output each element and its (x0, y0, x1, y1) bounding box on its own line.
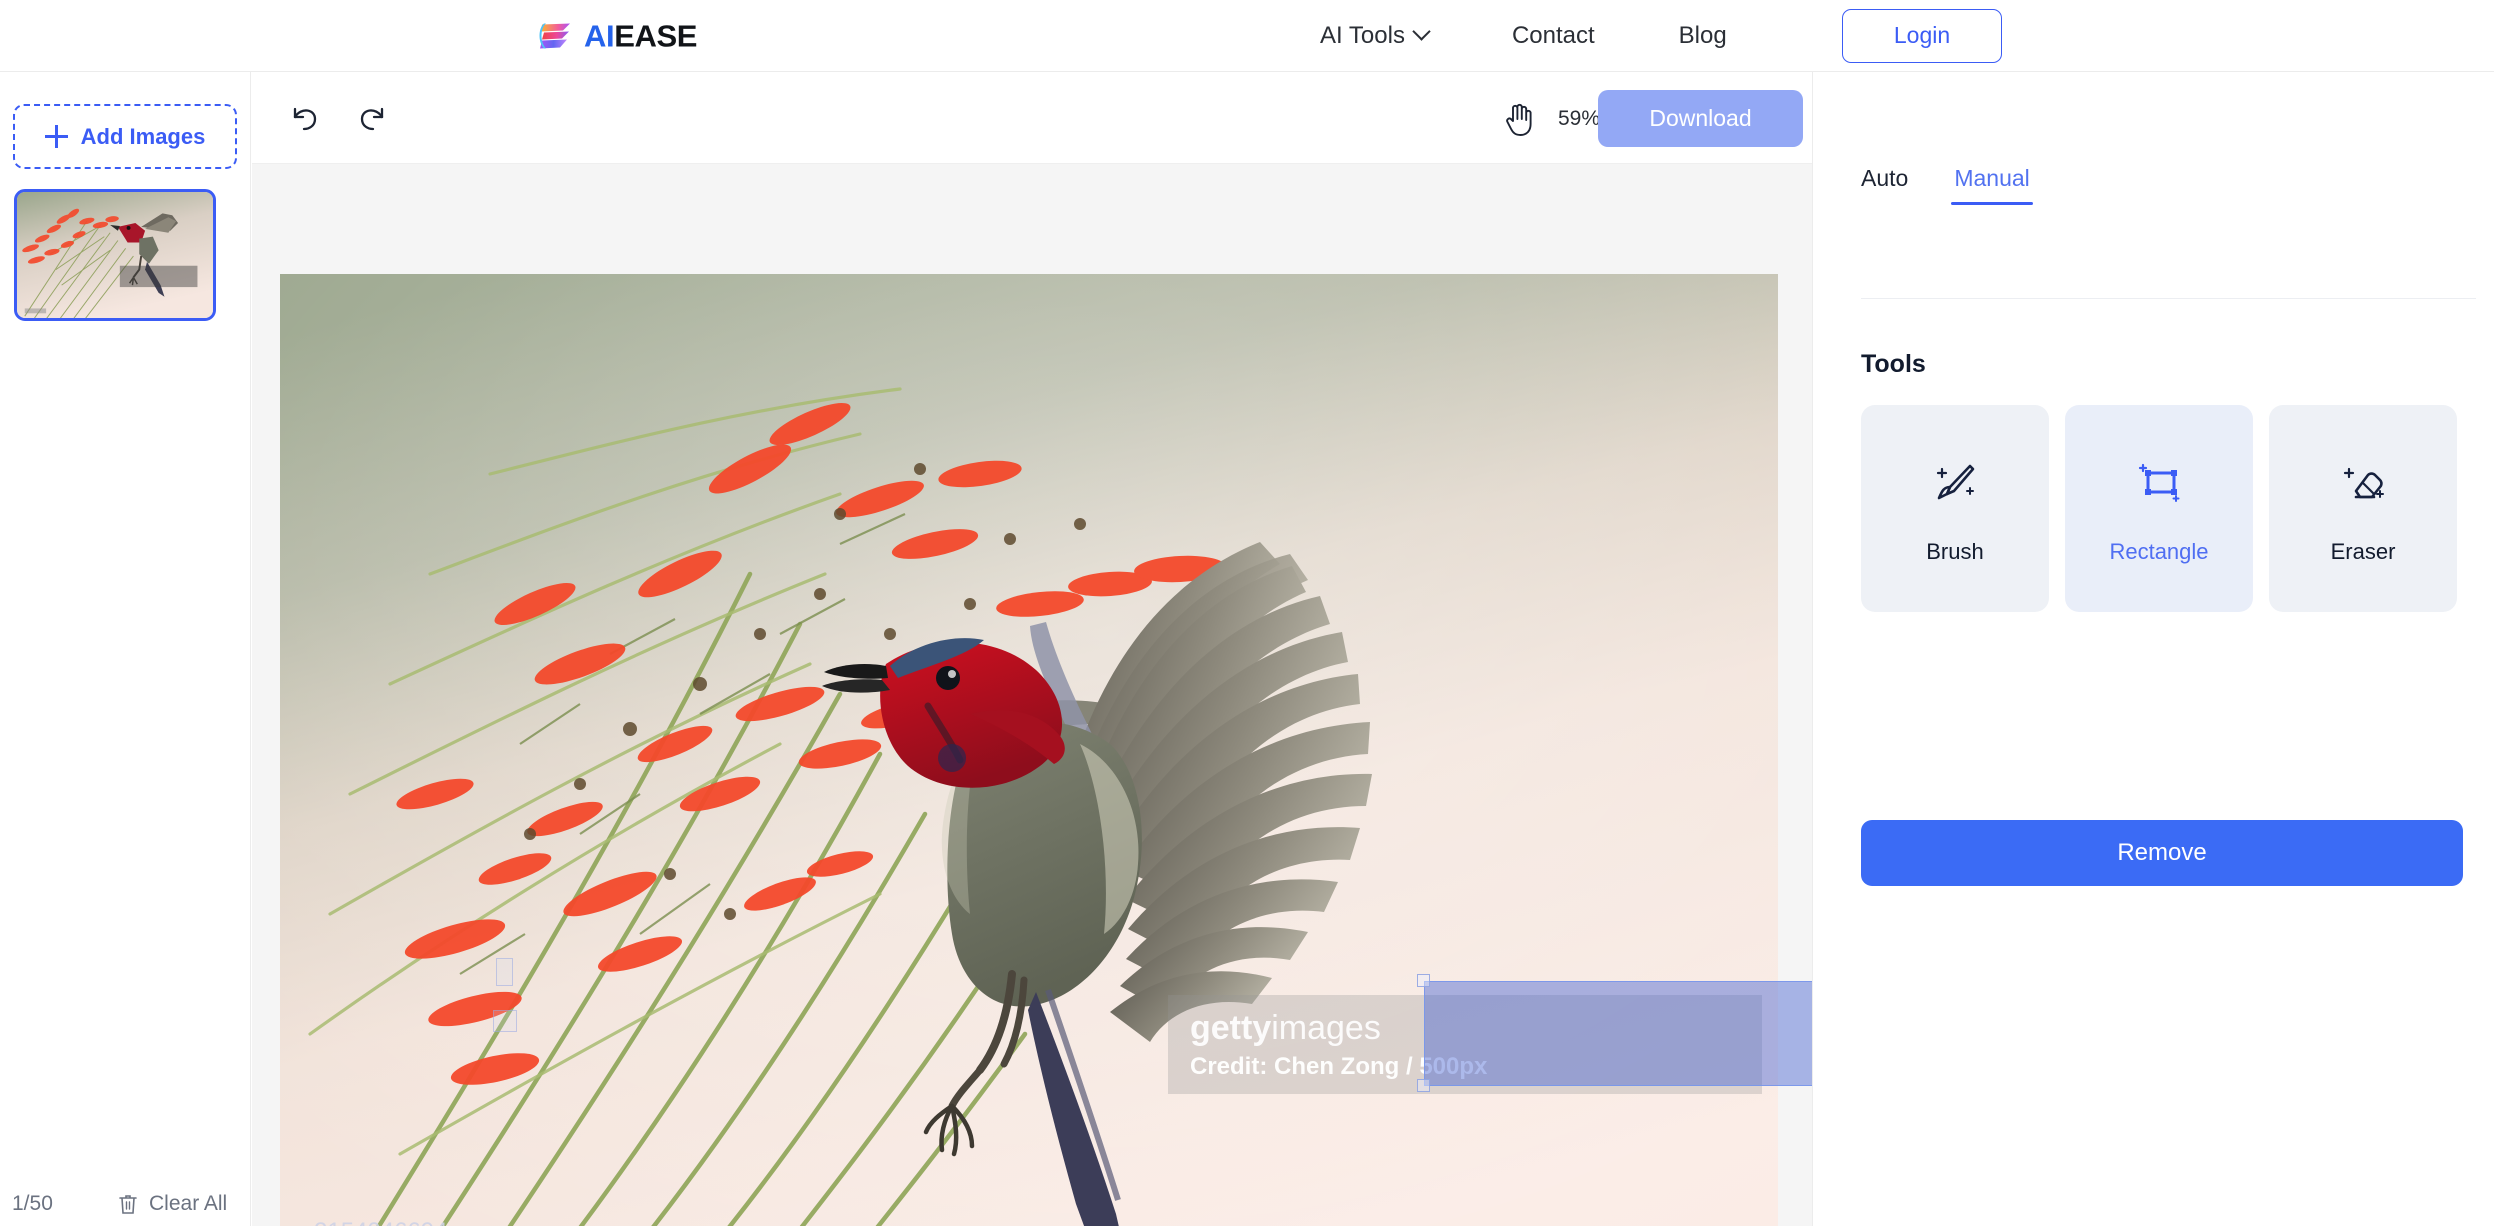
right-tools-panel: Auto Manual Tools Brush Rectangle Eraser… (1812, 72, 2494, 1226)
add-images-button[interactable]: Add Images (13, 104, 237, 169)
clear-all-button[interactable]: Clear All (118, 1192, 227, 1216)
magic-eraser-icon (2343, 467, 2384, 498)
thumbnail-preview (17, 192, 213, 318)
redo-button[interactable] (354, 99, 392, 142)
remove-button-label: Remove (2117, 839, 2207, 866)
pan-tool-button[interactable] (1502, 99, 1536, 142)
login-button[interactable]: Login (1842, 8, 2002, 63)
panel-tabs: Auto Manual (1861, 165, 2034, 205)
left-sidebar: Add Images 1/50 Clear All (0, 72, 251, 1226)
tab-manual[interactable]: Manual (1951, 165, 2034, 205)
nav-item-contact-label: Contact (1511, 21, 1595, 49)
nav-item-blog[interactable]: Blog (1679, 22, 1727, 50)
add-images-label: Add Images (80, 123, 206, 149)
hand-pan-icon (1506, 103, 1532, 136)
getty-credit: Credit: Chen Zong / 500px (1190, 1052, 1488, 1080)
remove-button[interactable]: Remove (1861, 820, 2463, 886)
tool-label-eraser: Eraser (2330, 538, 2396, 564)
photo-frame: gettyimages Credit: Chen Zong / 500px 21… (280, 274, 1778, 1226)
getty-brand-light: images (1271, 1009, 1381, 1047)
undo-arrow-icon (293, 107, 317, 131)
tab-auto[interactable]: Auto (1861, 165, 1908, 205)
plus-icon (44, 125, 68, 148)
getty-watermark: gettyimages Credit: Chen Zong / 500px (1168, 995, 1762, 1094)
tool-card-rectangle[interactable]: Rectangle (2065, 405, 2253, 612)
brand-wordmark: AIEASE (584, 20, 697, 51)
download-button[interactable]: Download (1598, 90, 1803, 147)
tool-card-eraser[interactable]: Eraser (2269, 405, 2457, 612)
chevron-down-icon (1412, 22, 1431, 41)
redo-arrow-icon (360, 107, 384, 131)
aiease-logo-icon (539, 23, 570, 49)
login-button-label: Login (1893, 22, 1951, 48)
tools-grid: Brush Rectangle Eraser (1861, 405, 2457, 612)
tabs-divider (1861, 298, 2476, 299)
nav-links: AI Tools Contact Blog (1320, 22, 1727, 50)
image-thumbnail-1[interactable] (14, 189, 216, 321)
undo-button[interactable] (285, 99, 323, 142)
nav-item-contact[interactable]: Contact (1512, 22, 1595, 50)
asset-number-text: 2154046694 (314, 1218, 447, 1226)
tools-heading: Tools (1861, 350, 1926, 378)
image-counter: 1/50 (12, 1192, 53, 1215)
trash-icon (119, 1195, 137, 1214)
tool-label-rectangle: Rectangle (2109, 538, 2209, 564)
brand-logo[interactable]: AIEASE (539, 20, 697, 51)
brand-ease-text: EASE (614, 18, 698, 53)
tool-card-brush[interactable]: Brush (1861, 405, 2049, 612)
tool-label-brush: Brush (1926, 538, 1984, 564)
nav-item-ai-tools-label: AI Tools (1320, 21, 1405, 49)
download-button-label: Download (1649, 105, 1752, 131)
canvas-area: 59% Download gettyimages Credit: Chen Zo… (252, 72, 1812, 1226)
nav-item-ai-tools[interactable]: AI Tools (1320, 21, 1431, 50)
canvas-toolbar: 59% Download (252, 72, 1812, 164)
image-stage[interactable]: gettyimages Credit: Chen Zong / 500px 21… (252, 164, 1812, 1226)
nav-item-blog-label: Blog (1678, 21, 1727, 49)
zoom-level-label: 59% (1558, 107, 1601, 130)
top-navigation-bar: AIEASE AI Tools Contact Blog Login (0, 0, 2494, 72)
magic-brush-icon (1936, 464, 1975, 499)
getty-brand-bold: getty (1190, 1009, 1272, 1047)
brand-ai-text: AI (584, 18, 615, 53)
clear-all-label: Clear All (149, 1192, 228, 1215)
magic-rectangle-icon (2138, 463, 2180, 502)
